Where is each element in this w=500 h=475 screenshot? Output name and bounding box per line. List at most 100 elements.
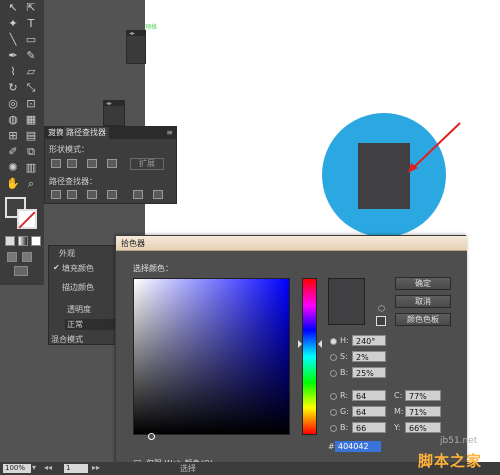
watermark-logo-text: 脚本之家 bbox=[418, 452, 483, 470]
mesh-tool-icon[interactable]: ⊞ bbox=[4, 128, 22, 144]
panel-menu-icon[interactable]: ≡ bbox=[166, 128, 173, 137]
page-number-field[interactable]: 1 bbox=[64, 464, 88, 473]
hex-hash-label: # bbox=[328, 442, 335, 451]
color-mode-button[interactable] bbox=[5, 236, 15, 246]
color-picker-dialog: 拾色器 选择颜色： ⬡ 确定 取消 颜色色板 H: 240° S: 2% B: … bbox=[115, 235, 467, 468]
appearance-title: 外观 bbox=[59, 249, 75, 258]
warp-tool-icon[interactable]: ◎ bbox=[4, 96, 22, 112]
intersect-icon[interactable] bbox=[87, 159, 97, 168]
input-green[interactable]: 64 bbox=[352, 406, 386, 417]
minus-front-icon[interactable] bbox=[67, 159, 77, 168]
eyedropper-tool-icon[interactable]: ✐ bbox=[4, 144, 22, 160]
brush-tool-icon[interactable]: ⌇ bbox=[4, 64, 22, 80]
expand-button[interactable]: 扩展 bbox=[130, 158, 164, 170]
hue-slider-right-arrow[interactable] bbox=[318, 340, 322, 348]
gradient-tool-icon[interactable]: ▤ bbox=[22, 128, 40, 144]
shape-builder-tool-icon[interactable]: ◍ bbox=[4, 112, 22, 128]
magic-wand-tool-icon[interactable]: ✦ bbox=[4, 16, 22, 32]
selection-tool-icon[interactable]: ↖ bbox=[4, 0, 22, 16]
input-hue[interactable]: 240° bbox=[352, 335, 386, 346]
crop-icon[interactable] bbox=[107, 190, 117, 199]
zoom-tool-icon[interactable]: ⌕ bbox=[22, 176, 40, 192]
web-safe-swatch[interactable] bbox=[376, 316, 386, 326]
tiny-green-label: 预格 bbox=[145, 24, 158, 31]
label-blue: B: bbox=[340, 423, 349, 432]
input-yellow[interactable]: 66% bbox=[405, 422, 441, 433]
rotate-tool-icon[interactable]: ↻ bbox=[4, 80, 22, 96]
graph-tool-icon[interactable]: ▥ bbox=[22, 160, 40, 176]
type-tool-icon[interactable]: T bbox=[22, 16, 40, 32]
free-transform-tool-icon[interactable]: ⊡ bbox=[22, 96, 40, 112]
watermark-domain: jb51.net bbox=[440, 436, 478, 446]
fill-row-label[interactable]: 填充颜色 bbox=[62, 263, 94, 274]
cancel-button[interactable]: 取消 bbox=[395, 295, 451, 308]
next-page-icon[interactable]: ▸▸ bbox=[92, 463, 100, 472]
zoom-dropdown-icon[interactable]: ▾ bbox=[32, 463, 36, 472]
minus-back-icon[interactable] bbox=[153, 190, 163, 199]
stroke-color-swatch[interactable] bbox=[17, 209, 37, 229]
screen-mode-button[interactable] bbox=[14, 266, 28, 276]
radio-green[interactable] bbox=[330, 409, 337, 416]
exclude-icon[interactable] bbox=[107, 159, 117, 168]
collapsed-panel-top[interactable]: ◂▸ bbox=[126, 30, 146, 64]
radio-red[interactable] bbox=[330, 393, 337, 400]
input-brightness[interactable]: 25% bbox=[352, 367, 386, 378]
perspective-tool-icon[interactable]: ▦ bbox=[22, 112, 40, 128]
radio-hue[interactable] bbox=[330, 338, 337, 345]
draw-mode-button[interactable] bbox=[7, 252, 17, 262]
hue-slider[interactable] bbox=[302, 278, 317, 435]
trim-icon[interactable] bbox=[67, 190, 77, 199]
rectangle-tool-icon[interactable]: ▭ bbox=[22, 32, 40, 48]
stroke-row-label[interactable]: 描边颜色 bbox=[62, 282, 94, 293]
direct-selection-tool-icon[interactable]: ⇱ bbox=[22, 0, 40, 16]
dialog-body: 选择颜色： ⬡ 确定 取消 颜色色板 H: 240° S: 2% B: 25% … bbox=[116, 251, 467, 468]
pathfinder-label: 路径查找器： bbox=[49, 177, 97, 186]
label-saturation: S: bbox=[340, 352, 348, 361]
scale-tool-icon[interactable]: ⤡ bbox=[22, 80, 40, 96]
line-tool-icon[interactable]: ╲ bbox=[4, 32, 22, 48]
unite-icon[interactable] bbox=[51, 159, 61, 168]
none-mode-button[interactable] bbox=[31, 236, 41, 246]
outline-icon[interactable] bbox=[133, 190, 143, 199]
ok-button[interactable]: 确定 bbox=[395, 277, 451, 290]
pen-tool-icon[interactable]: ✒ bbox=[4, 48, 22, 64]
pencil-tool-icon[interactable]: ✎ bbox=[22, 48, 40, 64]
appearance-panel: 外观 ✔ 填充颜色 描边颜色 透明度 正常 混合模式 bbox=[48, 245, 118, 345]
merge-icon[interactable] bbox=[87, 190, 97, 199]
collapse-arrows-icon[interactable]: ◂▸ bbox=[104, 101, 124, 107]
input-cyan[interactable]: 77% bbox=[405, 390, 441, 401]
tab-pathfinder[interactable]: 路径查找器 bbox=[63, 127, 109, 139]
hue-slider-left-arrow[interactable] bbox=[298, 340, 302, 348]
draw-behind-button[interactable] bbox=[22, 252, 32, 262]
radio-blue[interactable] bbox=[330, 425, 337, 432]
first-page-icon[interactable]: ◂◂ bbox=[44, 463, 52, 472]
tools-panel: ↖ ⇱ ✦ T ╲ ▭ ✒ ✎ ⌇ ▱ ↻ ⤡ ◎ ⊡ ◍ ▦ ⊞ ▤ ✐ ⧉ … bbox=[0, 0, 44, 285]
input-magenta[interactable]: 71% bbox=[405, 406, 441, 417]
blend-tool-icon[interactable]: ⧉ bbox=[22, 144, 40, 160]
transparency-title: 透明度 bbox=[67, 305, 91, 314]
input-red[interactable]: 64 bbox=[352, 390, 386, 401]
select-color-label: 选择颜色： bbox=[133, 264, 173, 273]
divide-icon[interactable] bbox=[51, 190, 61, 199]
radio-saturation[interactable] bbox=[330, 354, 337, 361]
zoom-level-field[interactable]: 100% bbox=[3, 464, 31, 473]
hex-input[interactable]: 404042 bbox=[335, 441, 381, 452]
hand-tool-icon[interactable]: ✋ bbox=[4, 176, 22, 192]
collapse-arrows-icon[interactable]: ◂▸ bbox=[127, 31, 145, 37]
symbol-sprayer-tool-icon[interactable]: ✺ bbox=[4, 160, 22, 176]
eraser-tool-icon[interactable]: ▱ bbox=[22, 64, 40, 80]
collapsed-panel-mid[interactable]: ◂▸ bbox=[103, 100, 125, 126]
label-magenta: M: bbox=[394, 407, 404, 416]
color-swatches-button[interactable]: 颜色色板 bbox=[395, 313, 451, 326]
color-marker[interactable] bbox=[148, 433, 155, 440]
gradient-mode-button[interactable] bbox=[18, 236, 28, 246]
check-icon: ✔ bbox=[53, 263, 60, 272]
shape-mode-label: 形状模式： bbox=[49, 145, 89, 154]
blend-mode-select[interactable]: 正常 bbox=[65, 319, 115, 330]
radio-brightness[interactable] bbox=[330, 370, 337, 377]
input-blue[interactable]: 66 bbox=[352, 422, 386, 433]
input-saturation[interactable]: 2% bbox=[352, 351, 386, 362]
dialog-title-bar[interactable]: 拾色器 bbox=[116, 236, 467, 251]
web-safe-cube-icon[interactable]: ⬡ bbox=[378, 304, 385, 313]
saturation-brightness-field[interactable] bbox=[133, 278, 290, 440]
